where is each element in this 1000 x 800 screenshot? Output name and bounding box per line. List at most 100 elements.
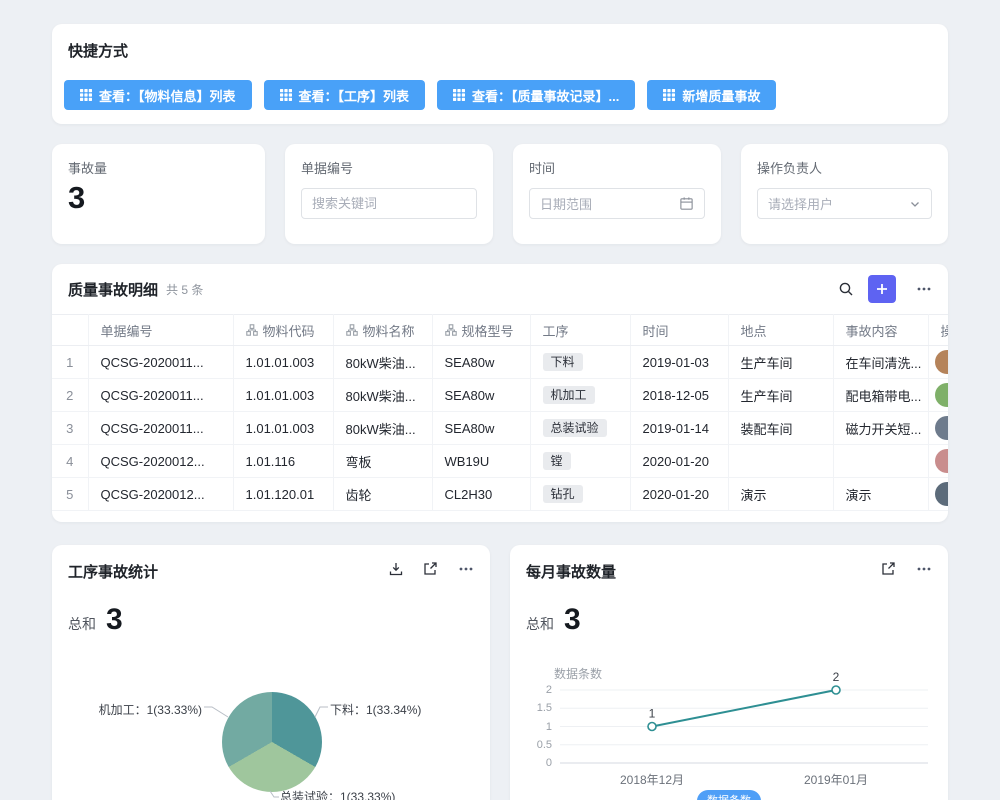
pie-annotation-left: 机加工：1(33.33%) <box>68 701 202 718</box>
cell-material-code: 1.01.01.003 <box>233 412 333 445</box>
row-index: 3 <box>52 412 88 445</box>
x-tick-label: 2019年01月 <box>776 771 896 788</box>
svg-text:2: 2 <box>833 670 840 684</box>
avatar <box>935 482 949 506</box>
shortcut-label: 查看：【物料信息】列表 <box>99 86 236 105</box>
grid-icon <box>663 89 675 101</box>
cell-content: 配电箱带电... <box>833 379 928 412</box>
col-process: 工序 <box>530 315 630 346</box>
process-tag: 下料 <box>543 353 583 371</box>
quality-accident-table-card: 质量事故明细 共 5 条 单据编号 物料代码 物料名称 规格型号 工序 时间 <box>52 264 948 522</box>
table-row[interactable]: 3QCSG-2020011...1.01.01.00380kW柴油...SEA8… <box>52 412 948 445</box>
cell-doc-no: QCSG-2020011... <box>88 379 233 412</box>
avatar <box>935 416 949 440</box>
col-material-name: 物料名称 <box>333 315 432 346</box>
cell-place <box>728 445 833 478</box>
record-count: 共 5 条 <box>166 281 203 298</box>
line-total: 总和 3 <box>526 603 581 637</box>
table-header-row: 单据编号 物料代码 物料名称 规格型号 工序 时间 地点 事故内容 操作负责人 <box>52 315 948 346</box>
y-tick-label: 0 <box>514 757 552 769</box>
cell-doc-no: QCSG-2020011... <box>88 346 233 379</box>
table-row[interactable]: 1QCSG-2020011...1.01.01.00380kW柴油...SEA8… <box>52 346 948 379</box>
filter-label: 单据编号 <box>301 158 353 177</box>
filter-card-operator: 操作负责人 请选择用户 <box>741 144 948 244</box>
table-row[interactable]: 4QCSG-2020012...1.01.116弯板WB19U镗2020-01-… <box>52 445 948 478</box>
table-title: 质量事故明细 <box>68 279 158 300</box>
cell-material-name: 80kW柴油... <box>333 379 432 412</box>
add-record-button[interactable] <box>868 275 896 303</box>
user-select[interactable]: 请选择用户 <box>757 188 932 219</box>
monthly-accident-count-card: 每月事故数量 总和 3 数据条数 12 00.511.52 2018年12月20… <box>510 545 948 800</box>
chevron-down-icon <box>909 198 921 210</box>
relation-icon <box>246 324 258 336</box>
shortcut-label: 查看：【工序】列表 <box>299 86 410 105</box>
calendar-icon <box>679 196 694 211</box>
more-icon[interactable] <box>916 281 932 297</box>
col-index <box>52 315 88 346</box>
cell-operator <box>928 379 948 412</box>
col-doc-no: 单据编号 <box>88 315 233 346</box>
col-spec: 规格型号 <box>432 315 530 346</box>
shortcut-view-quality-records-button[interactable]: 查看：【质量事故记录】... <box>437 80 635 110</box>
process-tag: 钻孔 <box>543 485 583 503</box>
process-tag: 镗 <box>543 452 571 470</box>
pie-chart[interactable] <box>222 692 322 792</box>
col-operator: 操作负责人 <box>928 315 948 346</box>
cell-material-code: 1.01.01.003 <box>233 346 333 379</box>
date-range-placeholder: 日期范围 <box>540 194 673 213</box>
doc-no-search-box[interactable] <box>301 188 477 219</box>
avatar <box>935 350 949 374</box>
grid-icon <box>280 89 292 101</box>
relation-icon <box>346 324 358 336</box>
cell-operator <box>928 412 948 445</box>
avatar <box>935 449 949 473</box>
filter-label: 时间 <box>529 158 555 177</box>
cell-process: 机加工 <box>530 379 630 412</box>
table-row[interactable]: 2QCSG-2020011...1.01.01.00380kW柴油...SEA8… <box>52 379 948 412</box>
stat-value: 3 <box>68 180 85 216</box>
cell-place: 生产车间 <box>728 346 833 379</box>
shortcuts-title: 快捷方式 <box>68 40 128 61</box>
date-range-picker[interactable]: 日期范围 <box>529 188 705 219</box>
cell-process: 镗 <box>530 445 630 478</box>
stat-card-accident-count: 事故量 3 <box>52 144 265 244</box>
cell-time: 2019-01-14 <box>630 412 728 445</box>
shortcut-view-material-list-button[interactable]: 查看：【物料信息】列表 <box>64 80 252 110</box>
chart-legend[interactable]: 数据条数 <box>697 790 761 800</box>
more-icon[interactable] <box>916 561 932 577</box>
grid-icon <box>80 89 92 101</box>
filter-label: 操作负责人 <box>757 158 822 177</box>
pie-total: 总和 3 <box>68 603 123 637</box>
cell-material-code: 1.01.120.01 <box>233 478 333 511</box>
shortcut-add-quality-accident-button[interactable]: 新增质量事故 <box>647 80 776 110</box>
cell-time: 2020-01-20 <box>630 445 728 478</box>
more-icon[interactable] <box>458 561 474 577</box>
cell-place: 生产车间 <box>728 379 833 412</box>
cell-content: 演示 <box>833 478 928 511</box>
search-icon[interactable] <box>838 281 854 297</box>
filter-card-doc-no: 单据编号 <box>285 144 493 244</box>
grid-icon <box>453 89 465 101</box>
cell-spec: SEA80w <box>432 379 530 412</box>
cell-material-name: 80kW柴油... <box>333 346 432 379</box>
shortcuts-card: 快捷方式 查看：【物料信息】列表 查看：【工序】列表 查看：【质量事故记录】..… <box>52 24 948 124</box>
row-index: 1 <box>52 346 88 379</box>
shortcut-view-process-list-button[interactable]: 查看：【工序】列表 <box>264 80 426 110</box>
table-row[interactable]: 5QCSG-2020012...1.01.120.01齿轮CL2H30钻孔202… <box>52 478 948 511</box>
y-tick-label: 1 <box>514 721 552 733</box>
doc-no-search-input[interactable] <box>312 196 466 211</box>
avatar <box>935 383 949 407</box>
cell-material-name: 80kW柴油... <box>333 412 432 445</box>
shortcut-label: 新增质量事故 <box>682 86 760 105</box>
relation-icon <box>445 324 457 336</box>
cell-operator <box>928 478 948 511</box>
pie-card-title: 工序事故统计 <box>68 561 158 582</box>
cell-place: 装配车间 <box>728 412 833 445</box>
open-in-new-icon[interactable] <box>880 561 896 577</box>
open-in-new-icon[interactable] <box>422 561 438 577</box>
cell-content: 在车间清洗... <box>833 346 928 379</box>
dashboard-page: 快捷方式 查看：【物料信息】列表 查看：【工序】列表 查看：【质量事故记录】..… <box>0 0 1000 800</box>
export-icon[interactable] <box>388 561 404 577</box>
y-tick-label: 1.5 <box>514 702 552 714</box>
col-time: 时间 <box>630 315 728 346</box>
